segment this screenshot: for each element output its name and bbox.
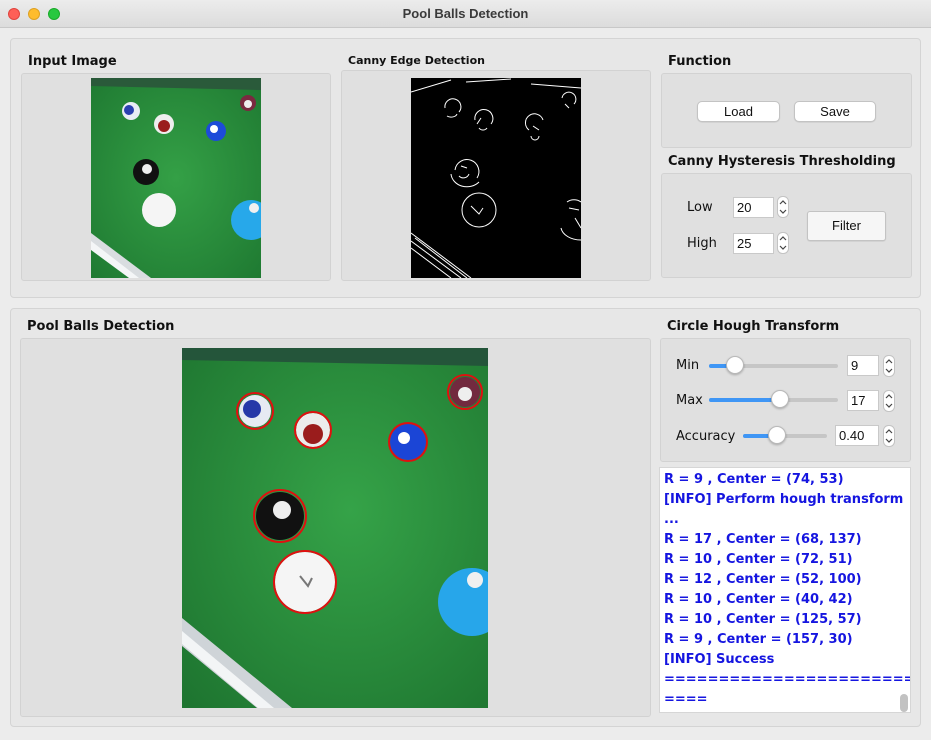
high-threshold-stepper[interactable] [777,232,789,254]
max-radius-input[interactable]: 17 [847,390,879,411]
log-line: R = 17 , Center = (68, 137) [664,532,862,547]
high-threshold-input[interactable]: 25 [733,233,774,254]
min-radius-input[interactable]: 9 [847,355,879,376]
log-line: [INFO] Perform hough transform [664,492,904,507]
canny-edge-image [411,78,581,278]
max-radius-stepper[interactable] [883,390,895,412]
min-slider-knob[interactable] [725,356,744,374]
log-line: ==== [664,692,708,707]
accuracy-stepper[interactable] [883,425,895,447]
input-image-title: Input Image [28,54,117,69]
hysteresis-title: Canny Hysteresis Thresholding [668,154,896,169]
log-line: R = 10 , Center = (125, 57) [664,612,862,627]
detection-title: Pool Balls Detection [27,319,175,334]
log-line: R = 10 , Center = (72, 51) [664,552,853,567]
max-radius-slider[interactable] [709,390,838,408]
log-line: R = 9 , Center = (157, 30) [664,632,853,647]
low-label: Low [687,200,713,215]
input-image [91,78,261,278]
max-label: Max [676,393,703,408]
accuracy-slider[interactable] [743,426,827,444]
accuracy-label: Accuracy [676,429,736,444]
min-radius-slider[interactable] [709,356,838,374]
min-label: Min [676,358,700,373]
low-threshold-input[interactable]: 20 [733,197,774,218]
low-threshold-stepper[interactable] [777,196,789,218]
log-console[interactable]: R = 9 , Center = (74, 53) [INFO] Perform… [659,467,911,713]
log-line: R = 10 , Center = (40, 42) [664,592,853,607]
detection-image [182,348,488,708]
max-slider-knob[interactable] [770,390,789,408]
canny-edge-title: Canny Edge Detection [348,54,485,67]
accuracy-input[interactable]: 0.40 [835,425,879,446]
min-radius-stepper[interactable] [883,355,895,377]
save-button[interactable]: Save [794,101,876,122]
log-scrollbar[interactable] [900,694,908,712]
window-title: Pool Balls Detection [402,6,529,21]
hough-title: Circle Hough Transform [667,319,840,334]
filter-button[interactable]: Filter [807,211,886,241]
log-line: R = 12 , Center = (52, 100) [664,572,862,587]
title-bar: Pool Balls Detection [0,0,931,28]
log-line: [INFO] Success [664,652,775,667]
load-button[interactable]: Load [697,101,780,122]
max-slider-fill [709,398,780,402]
log-line: ... [664,512,679,527]
high-label: High [687,236,717,251]
accuracy-slider-knob[interactable] [767,426,786,444]
log-line: R = 9 , Center = (74, 53) [664,472,844,487]
log-line: ============================ [664,672,910,687]
function-title: Function [668,54,732,69]
